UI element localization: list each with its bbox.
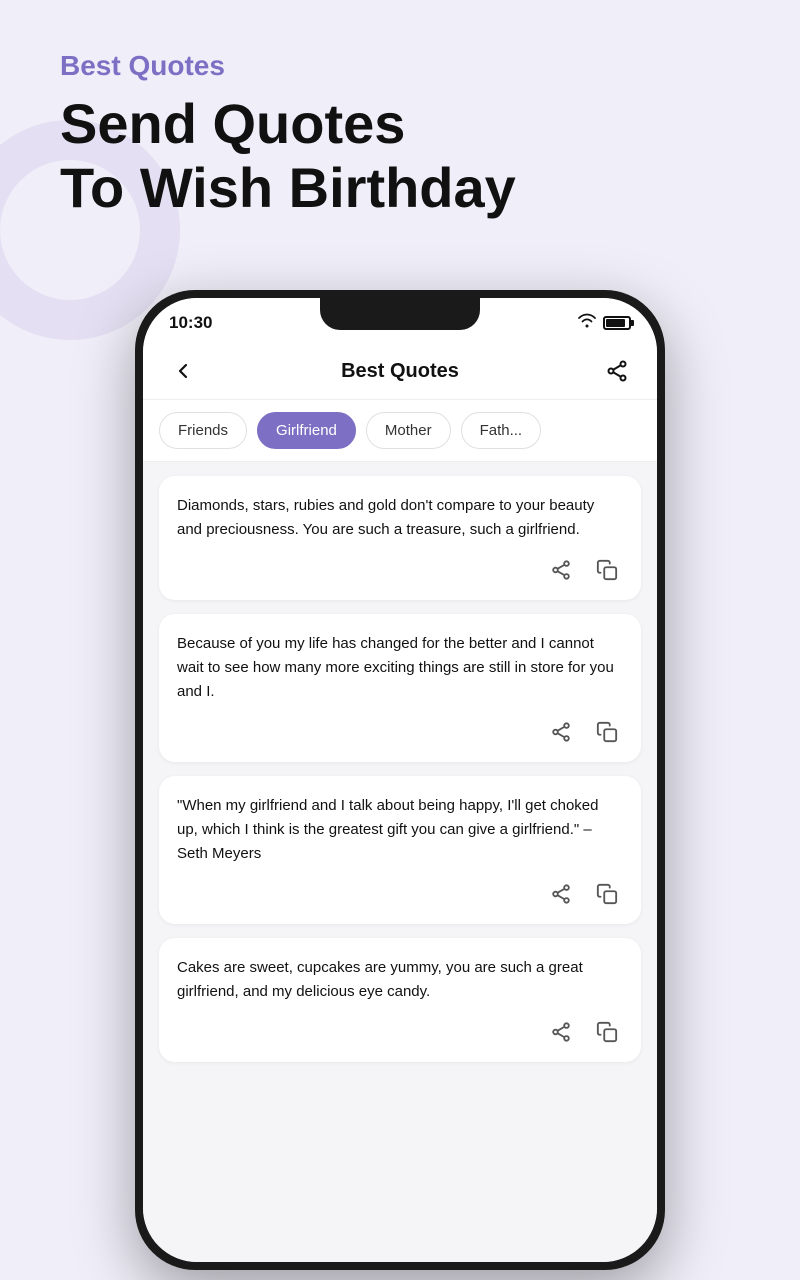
back-button[interactable] bbox=[165, 353, 201, 389]
quote-text-2: Because of you my life has changed for t… bbox=[177, 632, 623, 704]
quote-text-3: "When my girlfriend and I talk about bei… bbox=[177, 794, 623, 866]
quote-actions-1 bbox=[177, 554, 623, 586]
share-button-4[interactable] bbox=[545, 1016, 577, 1048]
quote-text-1: Diamonds, stars, rubies and gold don't c… bbox=[177, 494, 623, 542]
main-title-line2: To Wish Birthday bbox=[60, 156, 516, 219]
app-header: Best Quotes bbox=[143, 339, 657, 400]
quote-actions-4 bbox=[177, 1016, 623, 1048]
best-quotes-label: Best Quotes bbox=[60, 50, 800, 82]
main-title: Send Quotes To Wish Birthday bbox=[60, 92, 800, 221]
quote-card-3: "When my girlfriend and I talk about bei… bbox=[159, 776, 641, 924]
share-button-2[interactable] bbox=[545, 716, 577, 748]
phone-inner: 10:30 bbox=[143, 298, 657, 1262]
quotes-list: Diamonds, stars, rubies and gold don't c… bbox=[143, 462, 657, 1262]
status-icons bbox=[577, 312, 631, 333]
phone-container: 10:30 bbox=[135, 290, 665, 1270]
notch bbox=[320, 298, 480, 330]
tab-girlfriend[interactable]: Girlfriend bbox=[257, 412, 356, 449]
share-button-3[interactable] bbox=[545, 878, 577, 910]
copy-button-2[interactable] bbox=[591, 716, 623, 748]
quote-actions-3 bbox=[177, 878, 623, 910]
header-section: Best Quotes Send Quotes To Wish Birthday bbox=[0, 0, 800, 251]
quote-card-2: Because of you my life has changed for t… bbox=[159, 614, 641, 762]
status-time: 10:30 bbox=[169, 313, 212, 333]
copy-button-4[interactable] bbox=[591, 1016, 623, 1048]
battery-icon bbox=[603, 316, 631, 330]
quote-actions-2 bbox=[177, 716, 623, 748]
app-header-title: Best Quotes bbox=[341, 360, 459, 383]
header-share-button[interactable] bbox=[599, 353, 635, 389]
quote-card-1: Diamonds, stars, rubies and gold don't c… bbox=[159, 476, 641, 600]
share-button-1[interactable] bbox=[545, 554, 577, 586]
copy-button-3[interactable] bbox=[591, 878, 623, 910]
tab-father[interactable]: Fath... bbox=[461, 412, 542, 449]
quote-text-4: Cakes are sweet, cupcakes are yummy, you… bbox=[177, 956, 623, 1004]
copy-button-1[interactable] bbox=[591, 554, 623, 586]
phone-frame: 10:30 bbox=[135, 290, 665, 1270]
wifi-icon bbox=[577, 312, 597, 333]
tabs-container: Friends Girlfriend Mother Fath... bbox=[143, 400, 657, 462]
tab-mother[interactable]: Mother bbox=[366, 412, 451, 449]
tab-friends[interactable]: Friends bbox=[159, 412, 247, 449]
quote-card-4: Cakes are sweet, cupcakes are yummy, you… bbox=[159, 938, 641, 1062]
main-title-line1: Send Quotes bbox=[60, 92, 405, 155]
